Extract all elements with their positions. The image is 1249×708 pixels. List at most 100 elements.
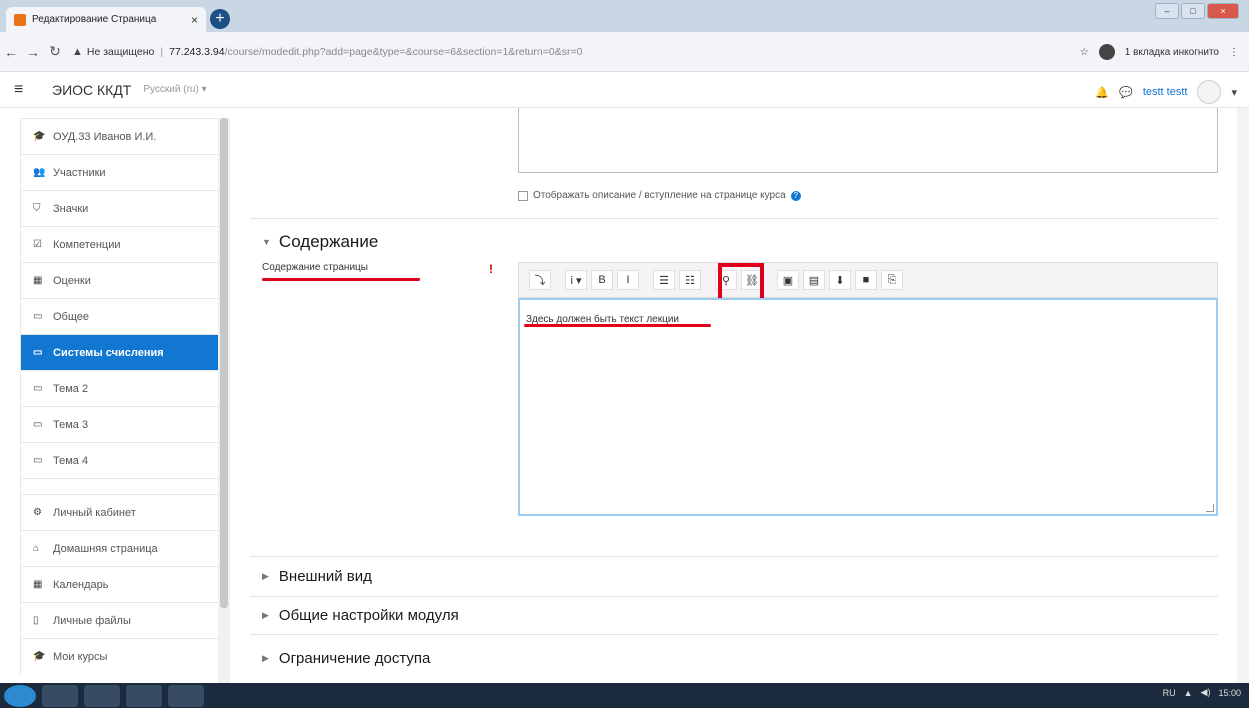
powerpoint-taskbar-icon[interactable]: [168, 684, 204, 707]
network-icon[interactable]: ▲: [1184, 688, 1193, 698]
volume-icon[interactable]: ◀): [1201, 687, 1211, 698]
media-button[interactable]: ▤: [803, 270, 825, 290]
browser-titlebar: Редактирование Страница × + – □ ×: [0, 0, 1249, 32]
chat-icon[interactable]: 💬: [1119, 86, 1133, 99]
record-audio-button[interactable]: ⬇: [829, 270, 851, 290]
reload-icon[interactable]: ↻: [44, 43, 66, 60]
divider: [250, 218, 1218, 219]
site-brand[interactable]: ЭИОС ККДТ: [52, 82, 131, 98]
help-icon[interactable]: ?: [790, 190, 801, 201]
show-description-label: Отображать описание / вступление на стра…: [533, 190, 786, 201]
tab-close-icon[interactable]: ×: [191, 13, 198, 27]
section-header-common-module-settings[interactable]: ▶ Общие настройки модуля: [262, 607, 459, 624]
manage-files-button[interactable]: ⎘: [881, 270, 903, 290]
sidebar-item-general[interactable]: ▭ Общее: [20, 298, 225, 334]
sidebar-item-label: Системы счисления: [53, 346, 164, 359]
sidebar-item-label: Домашняя страница: [53, 542, 158, 555]
section-header-appearance[interactable]: ▶ Внешний вид: [262, 568, 372, 585]
unordered-list-button[interactable]: ☰: [653, 270, 675, 290]
clock[interactable]: 15:00: [1218, 688, 1241, 698]
language-selector[interactable]: Русский (ru) ▾: [143, 84, 206, 95]
sidebar-item-competencies[interactable]: ☑ Компетенции: [20, 226, 225, 262]
users-icon: 👥: [33, 167, 46, 178]
sidebar-item-home[interactable]: ⌂ Домашняя страница: [20, 530, 225, 566]
sidebar-divider: [20, 478, 225, 494]
sidebar-item-label: ОУД.33 Иванов И.И.: [53, 130, 157, 143]
system-tray: RU ▲ ◀) 15:00: [1163, 687, 1241, 698]
page-scrollbar[interactable]: [1237, 108, 1249, 683]
address-bar[interactable]: ▲ Не защищено | 77.243.3.94 /course/mode…: [72, 40, 1072, 64]
sidebar-item-participants[interactable]: 👥 Участники: [20, 154, 225, 190]
bookmark-star-icon[interactable]: ☆: [1080, 47, 1089, 58]
chrome-taskbar-icon[interactable]: [84, 684, 120, 707]
new-tab-button[interactable]: +: [210, 9, 230, 29]
record-video-button[interactable]: ■: [855, 270, 877, 290]
caret-down-icon: ▼: [262, 237, 271, 247]
sidebar-scrollbar-thumb[interactable]: [220, 118, 228, 608]
sidebar-item-badges[interactable]: ⛉ Значки: [20, 190, 225, 226]
sidebar-item-label: Общее: [53, 310, 90, 323]
show-description-checkbox[interactable]: [518, 190, 528, 201]
browser-menu-icon[interactable]: ⋮: [1229, 47, 1239, 58]
checkbox-icon: ☑: [33, 239, 42, 250]
bold-button[interactable]: B: [591, 270, 613, 290]
forward-icon[interactable]: →: [22, 44, 44, 60]
folder-icon: ▭: [33, 383, 43, 394]
divider: [250, 634, 1218, 635]
calendar-icon: ▦: [33, 579, 43, 590]
back-icon[interactable]: ←: [0, 44, 22, 60]
image-button[interactable]: ▣: [777, 270, 799, 290]
description-textarea[interactable]: [518, 108, 1218, 173]
sidebar-item-number-systems[interactable]: ▭ Системы счисления: [20, 334, 225, 370]
browser-tab[interactable]: Редактирование Страница ×: [6, 7, 206, 32]
minimize-button[interactable]: –: [1155, 3, 1179, 19]
ordered-list-button[interactable]: ☷: [679, 270, 701, 290]
sidebar-item-topic-3[interactable]: ▭ Тема 3: [20, 406, 225, 442]
close-window-button[interactable]: ×: [1207, 3, 1239, 19]
section-header-restrict-access[interactable]: ▶ Ограничение доступа: [262, 650, 430, 667]
section-header-content[interactable]: ▼ Содержание: [262, 232, 378, 252]
incognito-label[interactable]: 1 вкладка инкогнито: [1125, 47, 1219, 58]
paragraph-style-button[interactable]: i ▾: [565, 270, 587, 290]
sidebar-item-label: Компетенции: [53, 238, 121, 251]
page-content-editor[interactable]: Здесь должен быть текст лекции: [518, 298, 1218, 516]
sidebar-item-course[interactable]: 🎓 ОУД.33 Иванов И.И.: [20, 118, 225, 154]
windows-start-icon[interactable]: [4, 684, 36, 707]
language-indicator[interactable]: RU: [1163, 688, 1176, 698]
explorer-taskbar-icon[interactable]: [42, 684, 78, 707]
maximize-button[interactable]: □: [1181, 3, 1205, 19]
sidebar-item-label: Оценки: [53, 274, 91, 287]
folder-icon: ▭: [33, 311, 43, 322]
tab-title: Редактирование Страница: [32, 14, 157, 25]
section-title: Ограничение доступа: [278, 650, 431, 667]
user-name[interactable]: testt testt: [1143, 86, 1188, 98]
sidebar-item-private-files[interactable]: ▯ Личные файлы: [20, 602, 225, 638]
sidebar-item-label: Тема 2: [53, 382, 89, 395]
caret-right-icon: ▶: [262, 610, 269, 620]
caret-right-icon: ▶: [262, 653, 269, 663]
sidebar-item-grades[interactable]: ▦ Оценки: [20, 262, 225, 298]
dashboard-icon: ⚙: [33, 507, 42, 518]
bell-icon[interactable]: 🔔: [1095, 86, 1109, 99]
sidebar-item-label: Личные файлы: [53, 614, 131, 627]
sidebar-item-my-courses[interactable]: 🎓 Мои курсы: [20, 638, 225, 674]
user-area: 🔔 💬 testt testt ▾: [1095, 80, 1237, 104]
show-description-option: Отображать описание / вступление на стра…: [518, 190, 801, 201]
not-secure-label[interactable]: Не защищено: [87, 46, 155, 58]
incognito-icon[interactable]: [1098, 44, 1115, 60]
sidebar-item-calendar[interactable]: ▦ Календарь: [20, 566, 225, 602]
italic-button[interactable]: I: [617, 270, 639, 290]
caret-right-icon: ▶: [262, 571, 269, 581]
sidebar-item-dashboard[interactable]: ⚙ Личный кабинет: [20, 494, 225, 530]
toolbar-toggle-button[interactable]: ⤵: [529, 270, 551, 290]
file-icon: ▯: [33, 615, 39, 626]
sidebar-item-topic-4[interactable]: ▭ Тема 4: [20, 442, 225, 478]
app-taskbar-icon[interactable]: [126, 684, 162, 707]
graduation-cap-icon: 🎓: [33, 651, 46, 662]
hamburger-menu-icon[interactable]: ≡: [14, 81, 34, 99]
avatar[interactable]: [1197, 80, 1222, 104]
chevron-down-icon[interactable]: ▾: [1231, 86, 1237, 99]
folder-icon: ▭: [33, 455, 43, 466]
resize-handle-icon[interactable]: [1206, 504, 1214, 512]
sidebar-item-topic-2[interactable]: ▭ Тема 2: [20, 370, 225, 406]
